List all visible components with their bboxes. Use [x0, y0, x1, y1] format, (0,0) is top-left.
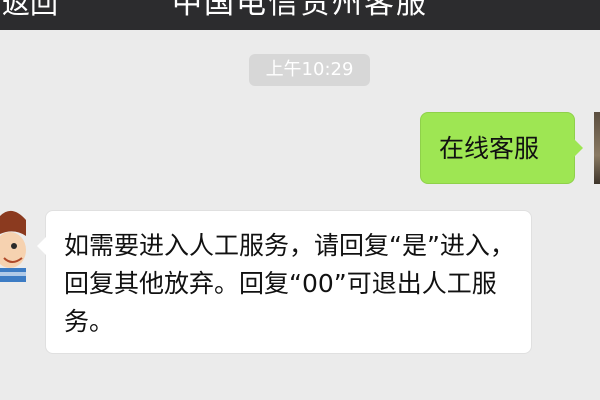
back-button-label: 返回	[2, 0, 59, 20]
incoming-message-bubble[interactable]: 如需要进入人工服务，请回复“是”进入，回复其他放弃。回复“00”可退出人工服务。	[37, 210, 532, 354]
outgoing-message-text: 在线客服	[439, 134, 540, 163]
nav-bar: 返回 中国电信贵州客服	[0, 0, 600, 30]
user-avatar[interactable]	[594, 112, 600, 184]
chat-title: 中国电信贵州客服	[172, 0, 428, 21]
service-avatar[interactable]	[0, 206, 26, 282]
back-button[interactable]: 返回	[0, 0, 58, 22]
incoming-message-text: 如需要进入人工服务，请回复“是”进入，回复其他放弃。回复“00”可退出人工服务。	[64, 231, 515, 336]
outgoing-message-bubble[interactable]: 在线客服	[420, 112, 583, 184]
cartoon-agent-icon	[0, 210, 26, 282]
message-timestamp: 上午10:29	[249, 54, 370, 86]
